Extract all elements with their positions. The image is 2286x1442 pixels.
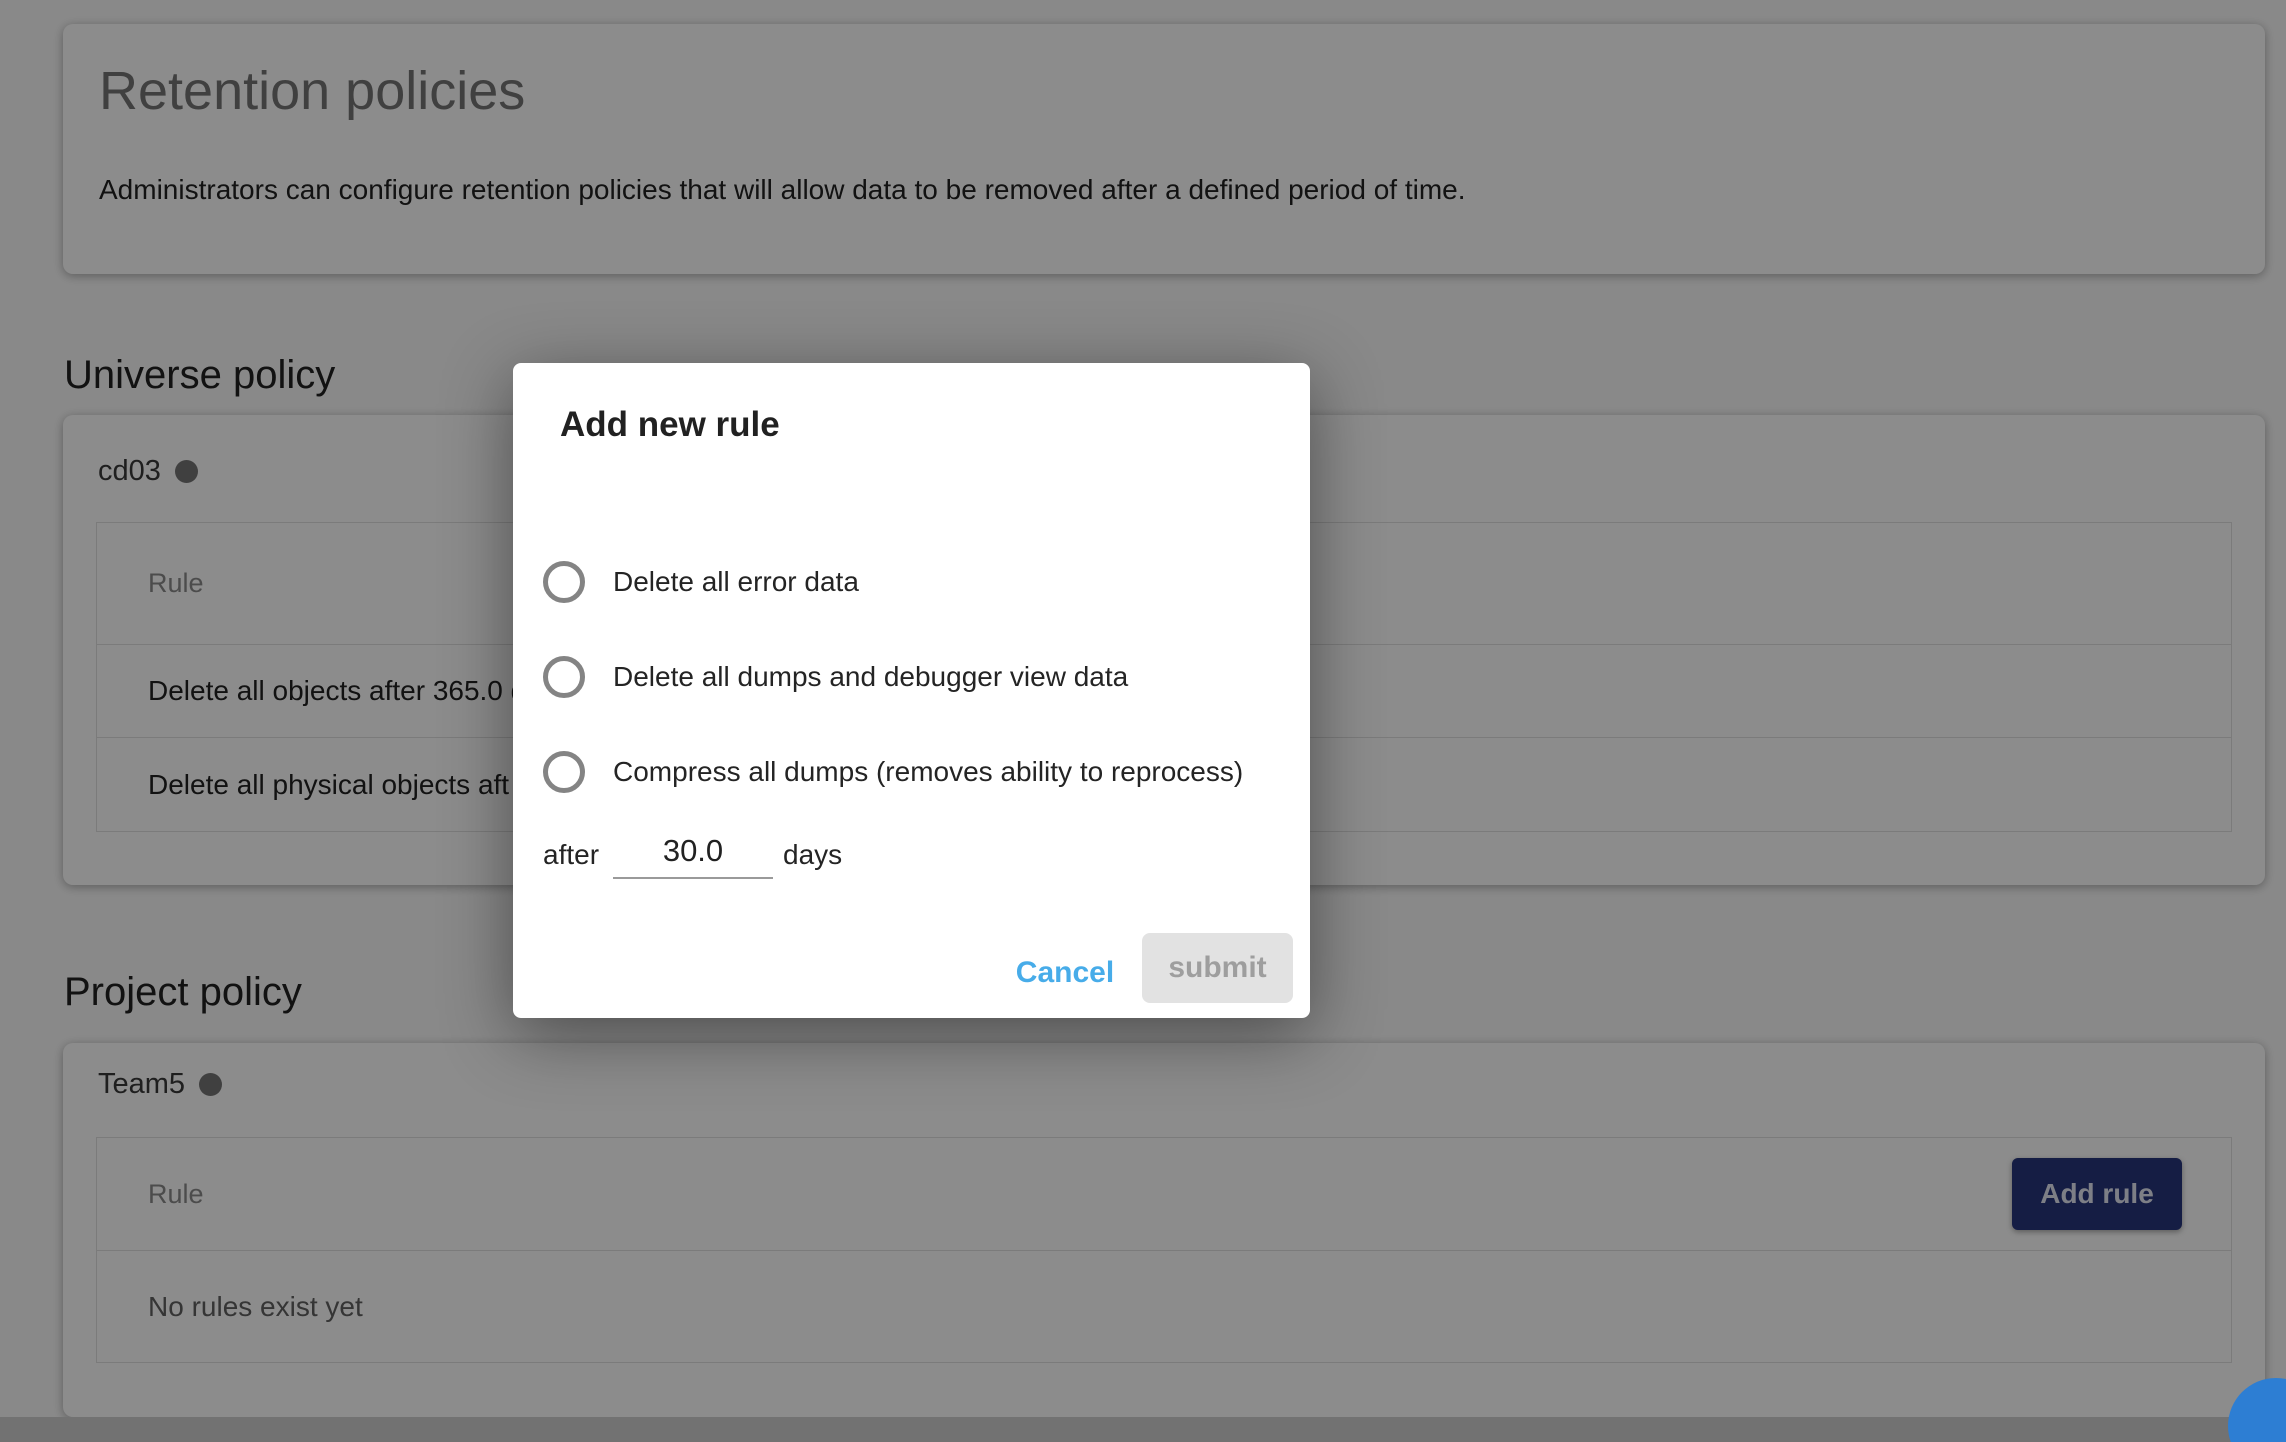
radio-button-icon[interactable] (543, 561, 585, 603)
add-new-rule-dialog: Add new rule Delete all error data Delet… (513, 363, 1310, 1018)
radio-option-label: Delete all error data (613, 566, 859, 597)
radio-button-icon[interactable] (543, 656, 585, 698)
days-input[interactable] (613, 825, 773, 879)
radio-option-delete-dumps[interactable]: Delete all dumps and debugger view data (543, 655, 1128, 699)
retention-policies-page: Retention policies Administrators can co… (0, 0, 2286, 1442)
days-label: days (783, 839, 843, 870)
radio-option-label: Compress all dumps (removes ability to r… (613, 756, 1244, 787)
dialog-title: Add new rule (560, 405, 780, 444)
submit-button[interactable]: submit (1142, 933, 1293, 1003)
radio-option-compress-dumps[interactable]: Compress all dumps (removes ability to r… (543, 750, 1243, 794)
radio-option-delete-error-data[interactable]: Delete all error data (543, 560, 859, 604)
radio-option-label: Delete all dumps and debugger view data (613, 661, 1129, 692)
radio-button-icon[interactable] (543, 751, 585, 793)
after-label: after (543, 839, 600, 870)
cancel-button[interactable]: Cancel (1010, 951, 1120, 995)
